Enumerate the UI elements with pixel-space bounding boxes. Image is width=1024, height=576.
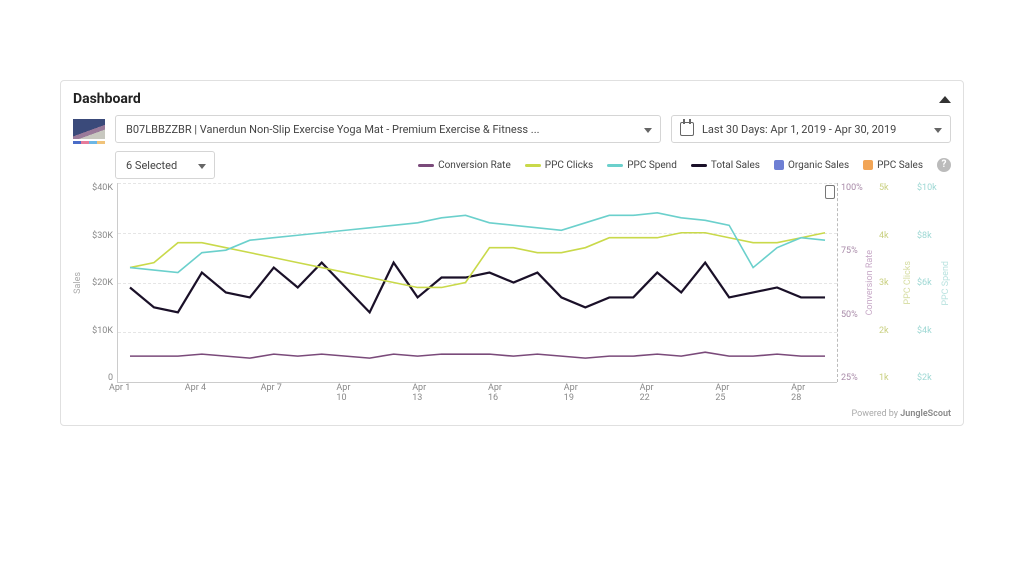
- legend-ppc-clicks[interactable]: PPC Clicks: [525, 160, 593, 171]
- calendar-icon: [680, 122, 694, 136]
- product-select[interactable]: B07LBBZZBR | Vanerdun Non-Slip Exercise …: [115, 115, 661, 143]
- y-axis-spend: $10k$8k$6k$4k$2k: [913, 183, 939, 383]
- y-label-conversion: Conversion Rate: [865, 250, 875, 315]
- y-axis-clicks: 5k4k3k2k1k: [875, 183, 901, 383]
- titlebar: Dashboard: [73, 91, 951, 107]
- y-axis-sales: $40K$30K$20K$10K0: [85, 183, 117, 383]
- dashboard-card: Dashboard B07LBBZZBR | Vanerdun Non-Slip…: [60, 80, 964, 426]
- dashboard-title: Dashboard: [73, 91, 141, 107]
- legend-total-sales[interactable]: Total Sales: [691, 160, 760, 171]
- legend-ppc-sales[interactable]: PPC Sales: [863, 160, 923, 171]
- x-axis: Apr 1Apr 4Apr 7Apr 10Apr 13Apr 16Apr 19A…: [109, 383, 867, 403]
- series-count-select[interactable]: 6 Selected: [115, 151, 215, 179]
- chart-plot[interactable]: [117, 183, 837, 383]
- y-label-spend: PPC Spend: [941, 261, 951, 306]
- legend-ppc-spend[interactable]: PPC Spend: [607, 160, 677, 171]
- legend-conversion-rate[interactable]: Conversion Rate: [418, 160, 511, 171]
- date-range-select[interactable]: Last 30 Days: Apr 1, 2019 - Apr 30, 2019: [671, 115, 951, 143]
- powered-by: Powered by JungleScout: [73, 409, 951, 419]
- chart-area: Sales $40K$30K$20K$10K0 100%75%50%25% Co…: [73, 183, 951, 383]
- y-label-sales: Sales: [73, 272, 83, 294]
- filter-row: B07LBBZZBR | Vanerdun Non-Slip Exercise …: [73, 115, 951, 143]
- help-icon[interactable]: ?: [937, 158, 951, 172]
- y-axis-conversion: 100%75%50%25%: [837, 183, 863, 383]
- legend-row: 6 Selected Conversion Rate PPC Clicks PP…: [73, 151, 951, 179]
- product-thumbnail: [73, 119, 105, 139]
- collapse-toggle-icon[interactable]: [939, 96, 951, 103]
- legend-organic-sales[interactable]: Organic Sales: [774, 160, 849, 171]
- y-label-clicks: PPC Clicks: [903, 261, 913, 305]
